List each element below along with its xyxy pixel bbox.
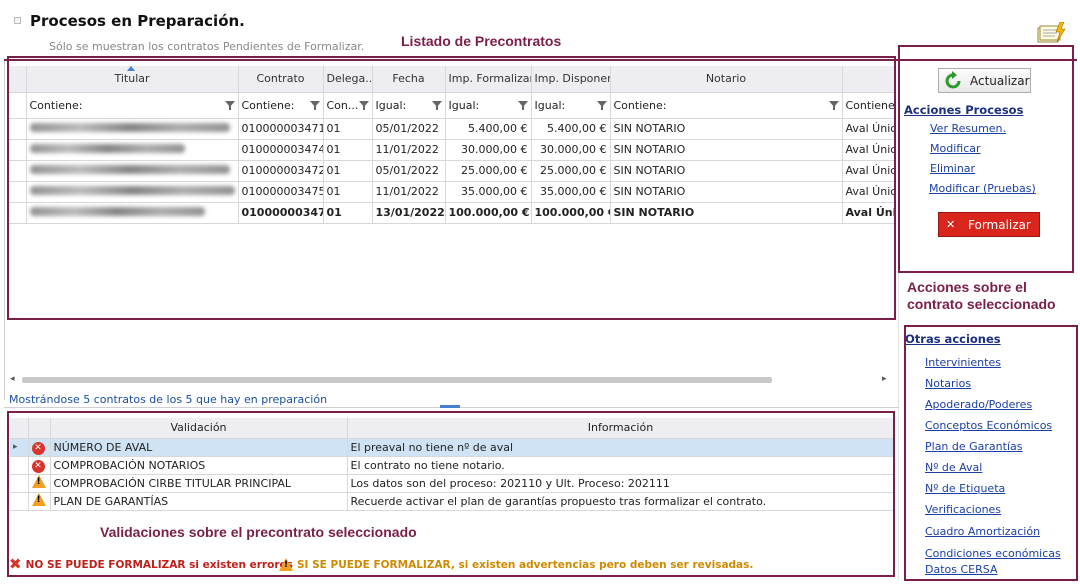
annotation-acciones-contrato: Acciones sobre el contrato seleccionado xyxy=(907,279,1056,312)
splitter-handle[interactable] xyxy=(440,405,460,408)
title-bullet-icon xyxy=(14,17,21,24)
page-title: Procesos en Preparación. xyxy=(30,12,245,30)
grid-status-text: Mostrándose 5 contratos de los 5 que hay… xyxy=(9,393,328,406)
frame-listado xyxy=(7,56,896,320)
horizontal-scrollbar[interactable]: ◂ ▸ xyxy=(8,374,894,386)
notes-flash-icon[interactable] xyxy=(1036,21,1066,44)
annotation-listado: Listado de Precontratos xyxy=(401,33,562,49)
scroll-right-icon[interactable]: ▸ xyxy=(882,374,887,384)
grid-left-border xyxy=(4,60,5,400)
scroll-thumb[interactable] xyxy=(22,377,772,383)
scroll-left-icon[interactable]: ◂ xyxy=(10,374,15,384)
frame-otras-acciones xyxy=(904,325,1078,581)
frame-validaciones xyxy=(7,411,895,577)
page-subtitle: Sólo se muestran los contratos Pendiente… xyxy=(49,40,365,53)
frame-acciones xyxy=(898,45,1074,273)
